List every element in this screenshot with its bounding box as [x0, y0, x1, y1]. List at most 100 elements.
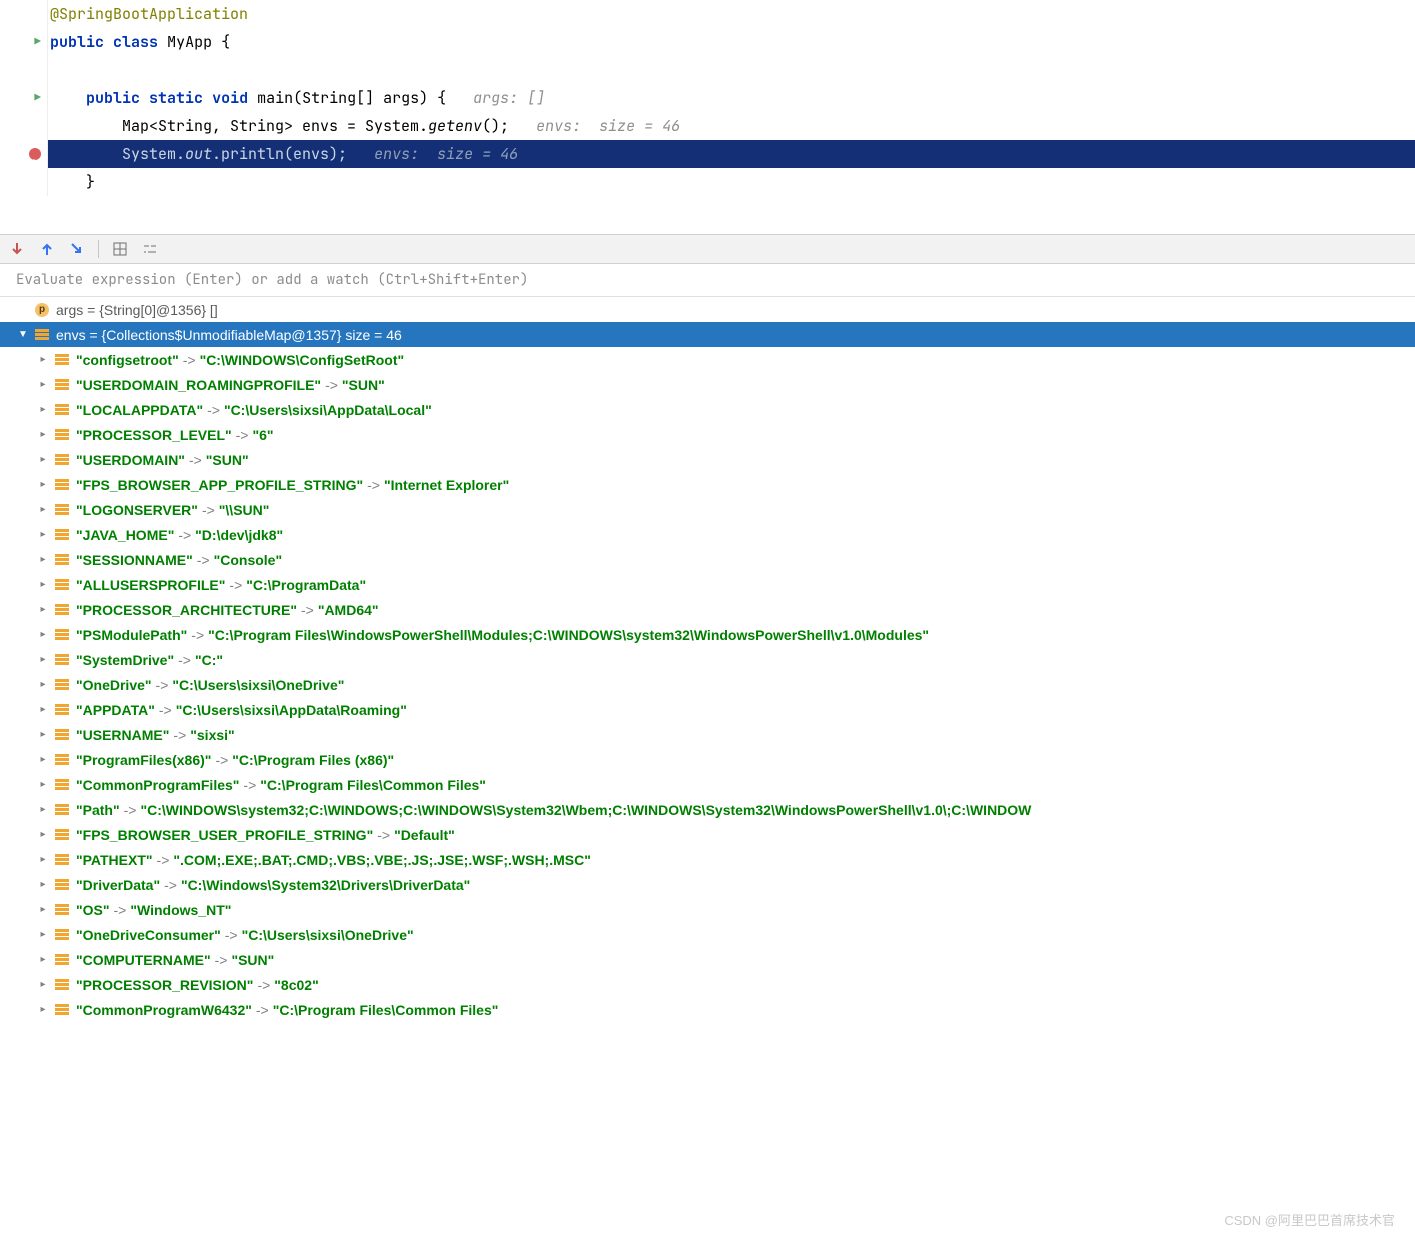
- run-icon[interactable]: ▶: [34, 84, 41, 112]
- entry-key: "PROCESSOR_ARCHITECTURE": [76, 602, 297, 618]
- map-entry-row[interactable]: ▸"configsetroot" -> "C:\WINDOWS\ConfigSe…: [0, 347, 1415, 372]
- entry-key: "PSModulePath": [76, 627, 187, 643]
- entry-icon: [54, 678, 70, 692]
- map-entry-row[interactable]: ▸"FPS_BROWSER_APP_PROFILE_STRING" -> "In…: [0, 472, 1415, 497]
- code-line[interactable]: @SpringBootApplication: [0, 0, 1415, 28]
- chevron-right-icon[interactable]: ▸: [36, 404, 50, 415]
- placeholder-text: Evaluate expression (Enter) or add a wat…: [16, 271, 528, 289]
- chevron-right-icon[interactable]: ▸: [36, 604, 50, 615]
- arrow-up-icon[interactable]: [38, 240, 56, 258]
- variable-row-envs[interactable]: ▼ envs = {Collections$UnmodifiableMap@13…: [0, 322, 1415, 347]
- map-entry-row[interactable]: ▸"Path" -> "C:\WINDOWS\system32;C:\WINDO…: [0, 797, 1415, 822]
- map-entry-row[interactable]: ▸"PATHEXT" -> ".COM;.EXE;.BAT;.CMD;.VBS;…: [0, 847, 1415, 872]
- chevron-right-icon[interactable]: ▸: [36, 979, 50, 990]
- entry-icon: [54, 503, 70, 517]
- grid-icon[interactable]: [111, 240, 129, 258]
- breakpoint-icon[interactable]: [29, 148, 41, 160]
- map-entry-row[interactable]: ▸"COMPUTERNAME" -> "SUN": [0, 947, 1415, 972]
- map-entry-row[interactable]: ▸"DriverData" -> "C:\Windows\System32\Dr…: [0, 872, 1415, 897]
- gutter[interactable]: ▶: [0, 84, 48, 112]
- entry-icon: [54, 1003, 70, 1017]
- map-entry-row[interactable]: ▸"JAVA_HOME" -> "D:\dev\jdk8": [0, 522, 1415, 547]
- arrow-down-icon[interactable]: [8, 240, 26, 258]
- gutter[interactable]: ▶: [0, 28, 48, 56]
- map-entry-row[interactable]: ▸"OneDrive" -> "C:\Users\sixsi\OneDrive": [0, 672, 1415, 697]
- arrow-text: ->: [239, 777, 260, 793]
- map-entry-row[interactable]: ▸"OneDriveConsumer" -> "C:\Users\sixsi\O…: [0, 922, 1415, 947]
- chevron-right-icon[interactable]: ▸: [36, 779, 50, 790]
- chevron-right-icon[interactable]: ▸: [36, 854, 50, 865]
- chevron-right-icon[interactable]: ▸: [36, 354, 50, 365]
- chevron-right-icon[interactable]: ▸: [36, 479, 50, 490]
- evaluate-expression-input[interactable]: Evaluate expression (Enter) or add a wat…: [0, 264, 1415, 297]
- settings-icon[interactable]: [141, 240, 159, 258]
- chevron-right-icon[interactable]: ▸: [36, 654, 50, 665]
- chevron-right-icon[interactable]: ▸: [36, 379, 50, 390]
- chevron-right-icon[interactable]: ▸: [36, 804, 50, 815]
- chevron-right-icon[interactable]: ▸: [36, 904, 50, 915]
- map-entry-row[interactable]: ▸"PROCESSOR_LEVEL" -> "6": [0, 422, 1415, 447]
- map-entry-row[interactable]: ▸"USERNAME" -> "sixsi": [0, 722, 1415, 747]
- chevron-right-icon[interactable]: ▸: [36, 929, 50, 940]
- entry-value: "C:\Users\sixsi\AppData\Roaming": [176, 702, 407, 718]
- map-entry-row[interactable]: ▸"SESSIONNAME" -> "Console": [0, 547, 1415, 572]
- gutter[interactable]: [0, 140, 48, 168]
- entry-key: "PROCESSOR_LEVEL": [76, 427, 232, 443]
- map-entry-row[interactable]: ▸"PROCESSOR_ARCHITECTURE" -> "AMD64": [0, 597, 1415, 622]
- code-line[interactable]: ▶ public class MyApp {: [0, 28, 1415, 56]
- chevron-down-icon[interactable]: ▼: [16, 329, 30, 340]
- chevron-right-icon[interactable]: ▸: [36, 829, 50, 840]
- var-value: = {Collections$UnmodifiableMap@1357} siz…: [86, 327, 402, 343]
- map-entry-row[interactable]: ▸"ALLUSERSPROFILE" -> "C:\ProgramData": [0, 572, 1415, 597]
- chevron-right-icon[interactable]: ▸: [36, 729, 50, 740]
- map-entry-row[interactable]: ▸"LOCALAPPDATA" -> "C:\Users\sixsi\AppDa…: [0, 397, 1415, 422]
- map-entry-row[interactable]: ▸"LOGONSERVER" -> "\\SUN": [0, 497, 1415, 522]
- entry-icon: [54, 453, 70, 467]
- entry-value: "Console": [214, 552, 283, 568]
- chevron-right-icon[interactable]: ▸: [36, 954, 50, 965]
- variables-panel[interactable]: p args = {String[0]@1356} [] ▼ envs = {C…: [0, 297, 1415, 1022]
- map-entry-row[interactable]: ▸"PSModulePath" -> "C:\Program Files\Win…: [0, 622, 1415, 647]
- code-text: }: [48, 168, 95, 196]
- map-entry-row[interactable]: ▸"CommonProgramFiles" -> "C:\Program Fil…: [0, 772, 1415, 797]
- map-entry-row[interactable]: ▸"ProgramFiles(x86)" -> "C:\Program File…: [0, 747, 1415, 772]
- chevron-right-icon[interactable]: ▸: [36, 629, 50, 640]
- code-line[interactable]: ▶ public static void main(String[] args)…: [0, 84, 1415, 112]
- map-entry-row[interactable]: ▸"SystemDrive" -> "C:": [0, 647, 1415, 672]
- map-entry-row[interactable]: ▸"OS" -> "Windows_NT": [0, 897, 1415, 922]
- map-entry-row[interactable]: ▸"CommonProgramW6432" -> "C:\Program Fil…: [0, 997, 1415, 1022]
- chevron-right-icon[interactable]: ▸: [36, 579, 50, 590]
- entry-value: "SUN": [231, 952, 274, 968]
- chevron-right-icon[interactable]: ▸: [36, 879, 50, 890]
- chevron-right-icon[interactable]: ▸: [36, 704, 50, 715]
- code-line[interactable]: [0, 56, 1415, 84]
- chevron-right-icon[interactable]: ▸: [36, 454, 50, 465]
- chevron-right-icon[interactable]: ▸: [36, 504, 50, 515]
- entry-key: "LOCALAPPDATA": [76, 402, 203, 418]
- chevron-right-icon[interactable]: ▸: [36, 529, 50, 540]
- chevron-right-icon[interactable]: ▸: [36, 554, 50, 565]
- map-entry-row[interactable]: ▸"APPDATA" -> "C:\Users\sixsi\AppData\Ro…: [0, 697, 1415, 722]
- variable-row-args[interactable]: p args = {String[0]@1356} []: [0, 297, 1415, 322]
- chevron-right-icon[interactable]: ▸: [36, 754, 50, 765]
- run-icon[interactable]: ▶: [34, 28, 41, 56]
- entry-key: "OneDriveConsumer": [76, 927, 221, 943]
- map-entry-row[interactable]: ▸"USERDOMAIN" -> "SUN": [0, 447, 1415, 472]
- chevron-right-icon[interactable]: ▸: [36, 1004, 50, 1015]
- keyword: void: [212, 88, 248, 108]
- entry-icon: [54, 403, 70, 417]
- arrow-text: ->: [253, 977, 274, 993]
- entry-key: "USERNAME": [76, 727, 169, 743]
- code-line[interactable]: }: [0, 168, 1415, 196]
- code-line[interactable]: Map<String, String> envs = System.getenv…: [0, 112, 1415, 140]
- code-editor[interactable]: @SpringBootApplication ▶ public class My…: [0, 0, 1415, 196]
- chevron-right-icon[interactable]: ▸: [36, 429, 50, 440]
- map-entry-row[interactable]: ▸"USERDOMAIN_ROAMINGPROFILE" -> "SUN": [0, 372, 1415, 397]
- chevron-right-icon[interactable]: ▸: [36, 679, 50, 690]
- entry-value: "C:\WINDOWS\ConfigSetRoot": [200, 352, 405, 368]
- code-line-current[interactable]: System.out.println(envs); envs: size = 4…: [0, 140, 1415, 168]
- entry-key: "CommonProgramFiles": [76, 777, 239, 793]
- map-entry-row[interactable]: ▸"FPS_BROWSER_USER_PROFILE_STRING" -> "D…: [0, 822, 1415, 847]
- arrow-diag-icon[interactable]: [68, 240, 86, 258]
- map-entry-row[interactable]: ▸"PROCESSOR_REVISION" -> "8c02": [0, 972, 1415, 997]
